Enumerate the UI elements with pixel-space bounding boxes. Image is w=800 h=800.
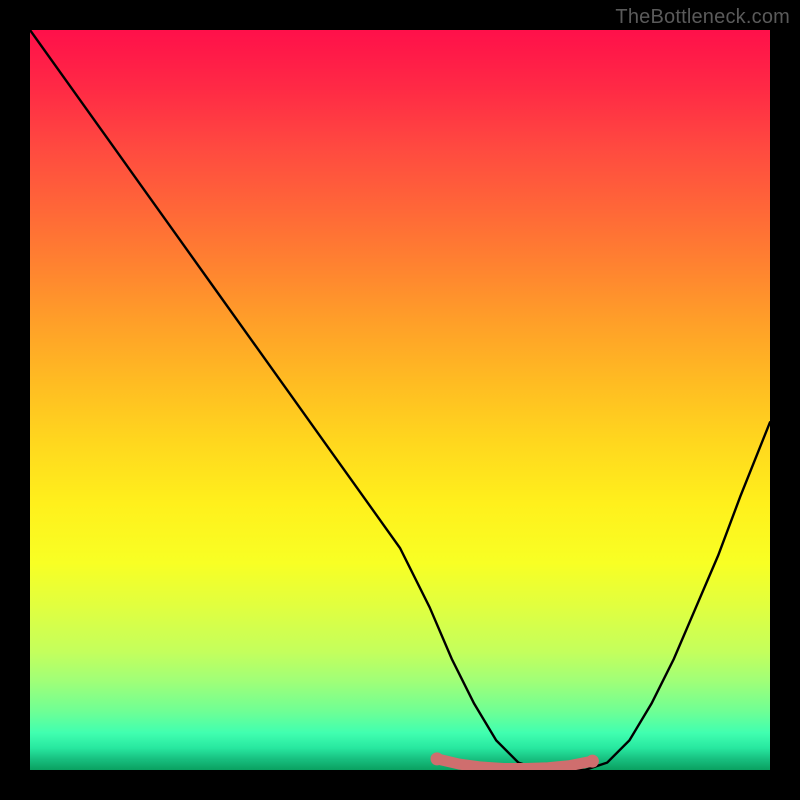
curve-svg [30, 30, 770, 770]
watermark-text: TheBottleneck.com [615, 6, 790, 29]
curve-line [30, 30, 770, 770]
marker-dot-start [431, 752, 444, 765]
marker-dot-end [586, 755, 599, 768]
chart-container: TheBottleneck.com [0, 0, 800, 800]
plot-area [30, 30, 770, 770]
